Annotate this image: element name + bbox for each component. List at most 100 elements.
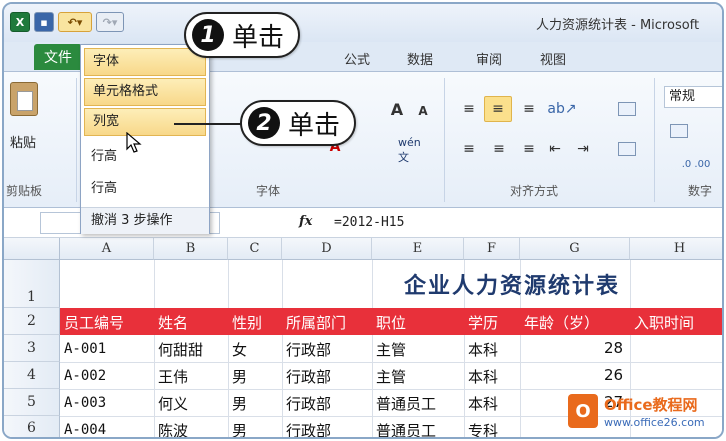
table-cell[interactable]: 何甜甜 <box>158 339 203 360</box>
table-cell[interactable]: 陈波 <box>158 420 188 437</box>
table-cell[interactable]: 主管 <box>376 339 406 360</box>
paste-button[interactable]: 粘贴 <box>10 132 36 151</box>
save-icon[interactable]: ▪ <box>34 12 54 32</box>
align-bottom-icon[interactable]: ≡ <box>518 98 540 120</box>
header-cell[interactable]: 年龄（岁） <box>524 312 599 333</box>
header-cell[interactable]: 所属部门 <box>286 312 346 333</box>
wrap-text-icon[interactable] <box>618 102 636 116</box>
tab-review[interactable]: 审阅 <box>476 49 502 68</box>
table-cell[interactable]: 男 <box>232 393 247 414</box>
align-left-icon[interactable]: ≡ <box>458 138 480 160</box>
decimal-icon[interactable]: .0 .00 <box>668 154 722 174</box>
table-cell[interactable]: 男 <box>232 366 247 387</box>
shrink-font-button[interactable]: A <box>416 102 430 120</box>
grow-font-button[interactable]: A <box>388 98 406 120</box>
select-all-corner[interactable] <box>4 238 60 260</box>
align-middle-icon[interactable]: ≡ <box>484 96 512 122</box>
grid-line <box>60 362 722 363</box>
column-header-g[interactable]: G <box>520 238 630 260</box>
undo-icon[interactable]: ↶▾ <box>58 12 92 32</box>
grid-line <box>60 389 722 390</box>
align-top-icon[interactable]: ≡ <box>458 98 480 120</box>
undo-item-column-width[interactable]: 列宽 <box>84 108 206 136</box>
header-cell[interactable]: 性别 <box>232 312 262 333</box>
formula-input[interactable]: =2012-H15 <box>334 215 404 230</box>
increase-indent-icon[interactable]: ⇥ <box>572 138 594 160</box>
tab-data[interactable]: 数据 <box>407 49 433 68</box>
row-header-1[interactable]: 1 <box>4 260 60 308</box>
header-cell[interactable]: 姓名 <box>158 312 188 333</box>
redo-icon[interactable]: ↷▾ <box>96 12 124 32</box>
column-header-h[interactable]: H <box>630 238 722 260</box>
header-cell[interactable]: 入职时间 <box>634 312 694 333</box>
row-header-4[interactable]: 4 <box>4 362 60 389</box>
paste-icon[interactable] <box>10 82 38 116</box>
table-cell[interactable]: A-003 <box>64 395 106 411</box>
row-header-2[interactable]: 2 <box>4 308 60 335</box>
table-cell[interactable]: 普通员工 <box>376 420 436 437</box>
header-cell[interactable]: 员工编号 <box>64 312 124 333</box>
window-title: 人力资源统计表 - Microsoft <box>536 18 700 33</box>
undo-item-row-height[interactable]: 行高 <box>91 177 117 196</box>
table-cell[interactable]: 行政部 <box>286 366 331 387</box>
undo-history-menu: 字体 单元格格式 列宽 行高 行高 撤消 3 步操作 <box>80 44 210 234</box>
table-cell[interactable]: 28 <box>604 339 623 357</box>
watermark: O Office教程网 www.office26.com <box>564 392 722 436</box>
table-cell[interactable]: 何义 <box>158 393 188 414</box>
table-cell[interactable]: A-002 <box>64 368 106 384</box>
table-cell[interactable]: 行政部 <box>286 420 331 437</box>
office-logo-icon: O <box>568 394 598 428</box>
orientation-icon[interactable]: ab↗ <box>547 98 576 120</box>
align-right-icon[interactable]: ≡ <box>518 138 540 160</box>
callout-text: 单击 <box>232 22 285 53</box>
table-cell[interactable]: 26 <box>604 366 623 384</box>
number-format-select[interactable]: 常规 <box>664 86 722 108</box>
table-cell[interactable]: 王伟 <box>158 366 188 387</box>
table-cell[interactable]: 本科 <box>468 393 498 414</box>
table-cell[interactable]: 本科 <box>468 366 498 387</box>
excel-icon[interactable]: X <box>10 12 30 32</box>
callout-leader-line <box>174 123 244 125</box>
step-number-badge: 2 <box>248 107 280 139</box>
header-cell[interactable]: 职位 <box>376 312 406 333</box>
merge-center-icon[interactable] <box>618 142 636 156</box>
fx-icon[interactable]: fx <box>299 214 312 229</box>
group-alignment-label: 对齐方式 <box>510 184 559 198</box>
table-cell[interactable]: 男 <box>232 420 247 437</box>
row-header-5[interactable]: 5 <box>4 389 60 416</box>
phonetic-button[interactable]: wén 文 <box>398 136 432 164</box>
grid-line <box>282 260 283 437</box>
column-header-a[interactable]: A <box>60 238 154 260</box>
tab-formulas[interactable]: 公式 <box>344 49 370 68</box>
callout-step-2: 2 单击 <box>240 100 357 146</box>
callout-text: 单击 <box>288 110 341 141</box>
table-cell[interactable]: A-001 <box>64 341 106 357</box>
header-cell[interactable]: 学历 <box>468 312 498 333</box>
column-header-b[interactable]: B <box>154 238 228 260</box>
tab-view[interactable]: 视图 <box>540 49 566 68</box>
align-center-icon[interactable]: ≡ <box>488 138 510 160</box>
currency-icon[interactable] <box>670 124 688 138</box>
quick-access-toolbar: X ▪ ↶▾ ↷▾ <box>10 12 124 32</box>
row-header-3[interactable]: 3 <box>4 335 60 362</box>
column-header-c[interactable]: C <box>228 238 282 260</box>
table-cell[interactable]: 本科 <box>468 339 498 360</box>
column-header-f[interactable]: F <box>464 238 520 260</box>
undo-item-row-height[interactable]: 行高 <box>91 145 117 164</box>
table-cell[interactable]: 主管 <box>376 366 406 387</box>
column-header-e[interactable]: E <box>372 238 464 260</box>
undo-item-cell-format[interactable]: 单元格格式 <box>84 78 206 106</box>
excel-window: X ▪ ↶▾ ↷▾ 人力资源统计表 - Microsoft 文件 公式 数据 审… <box>2 2 724 439</box>
undo-item-font[interactable]: 字体 <box>84 48 206 76</box>
tab-file[interactable]: 文件 <box>34 44 82 70</box>
row-header-6[interactable]: 6 <box>4 416 60 437</box>
table-cell[interactable]: A-004 <box>64 422 106 437</box>
table-cell[interactable]: 行政部 <box>286 339 331 360</box>
column-header-d[interactable]: D <box>282 238 372 260</box>
table-cell[interactable]: 女 <box>232 339 247 360</box>
table-cell[interactable]: 专科 <box>468 420 498 437</box>
table-cell[interactable]: 行政部 <box>286 393 331 414</box>
decrease-indent-icon[interactable]: ⇤ <box>544 138 566 160</box>
sheet-title[interactable]: 企业人力资源统计表 <box>404 268 620 300</box>
table-cell[interactable]: 普通员工 <box>376 393 436 414</box>
